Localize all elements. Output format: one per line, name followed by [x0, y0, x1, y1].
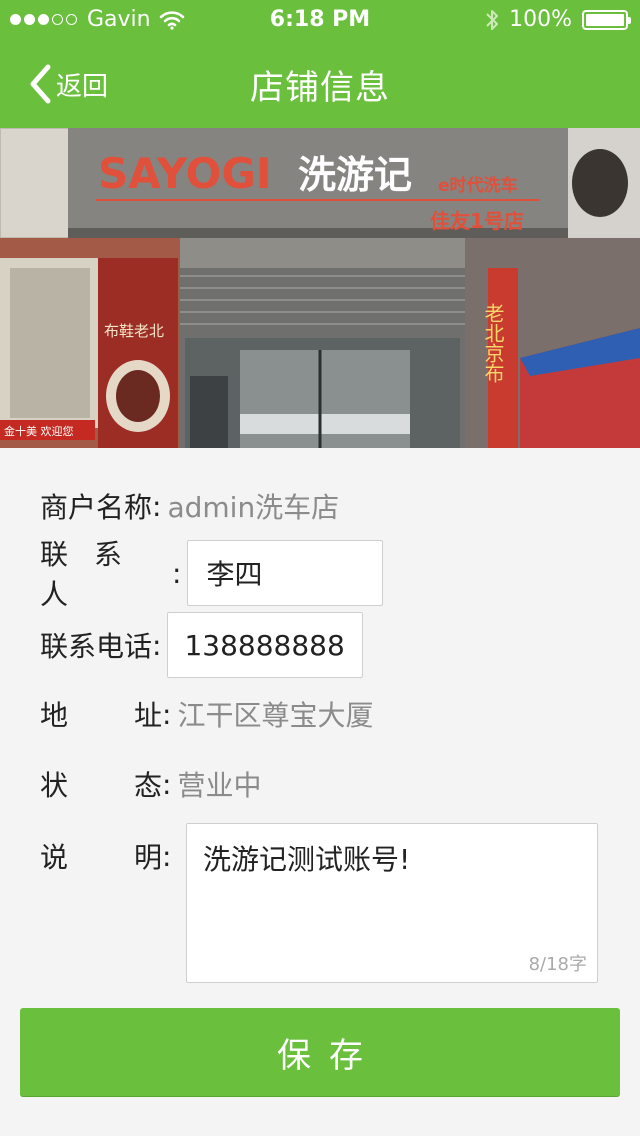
description-char-counter: 8/18字: [528, 954, 587, 975]
merchant-value: admin洗车店: [167, 491, 340, 524]
address-row: 地址: 江干区尊宝大厦: [40, 692, 373, 736]
save-button[interactable]: 保存: [20, 1008, 620, 1096]
page-title: 店铺信息: [250, 68, 390, 108]
battery-icon: [582, 9, 631, 30]
contact-input[interactable]: 李四: [187, 540, 384, 606]
storefront-illustration: 金十美 欢迎您 布鞋老北 SAYOGI 洗游记 e时代洗车 佳友1号店 老北京布: [0, 128, 640, 448]
phone-label: 联系电话: [40, 630, 153, 663]
phone-input[interactable]: 138888888: [167, 612, 364, 678]
battery-percent: 100%: [509, 7, 572, 32]
shop-strip-text: 金十美 欢迎您: [4, 424, 74, 438]
description-value: 洗游记测试账号!: [203, 843, 411, 876]
store-photo: 金十美 欢迎您 布鞋老北 SAYOGI 洗游记 e时代洗车 佳友1号店 老北京布: [0, 128, 640, 448]
save-button-label: 保存: [277, 1035, 381, 1076]
bluetooth-icon: [486, 9, 499, 30]
status-value: 营业中: [177, 769, 262, 802]
sign-name-text: 洗游记: [298, 153, 412, 197]
sign-brand-text: SAYOGI: [98, 149, 271, 198]
left-side-sign-text: 布鞋老北: [104, 322, 164, 340]
right-side-sign-text: 老北京布: [481, 303, 505, 383]
contact-label: 联系人: [40, 533, 172, 613]
description-textarea[interactable]: 洗游记测试账号! 8/18字: [186, 823, 598, 983]
contact-input-value: 李四: [206, 558, 263, 591]
status-right: 100%: [485, 7, 631, 32]
nav-bar: 返回 店铺信息: [0, 40, 640, 128]
status-row: 状态: 营业中: [40, 762, 261, 806]
status-bar: Gavin 6:18 PM 100%: [0, 0, 640, 40]
address-value: 江干区尊宝大厦: [177, 699, 374, 732]
phone-input-value: 138888888: [184, 628, 345, 662]
contact-row: 联系人 : 李四: [40, 538, 384, 611]
sign-branch-text: 佳友1号店: [430, 209, 524, 233]
merchant-label: 商户名称: [40, 491, 153, 524]
phone-row: 联系电话: 138888888: [40, 612, 364, 678]
sign-sub-text: e时代洗车: [438, 175, 518, 196]
merchant-row: 商户名称: admin洗车店: [40, 484, 339, 528]
description-row: 说明:: [40, 834, 177, 878]
contact-label-text: 联系人: [40, 538, 149, 611]
